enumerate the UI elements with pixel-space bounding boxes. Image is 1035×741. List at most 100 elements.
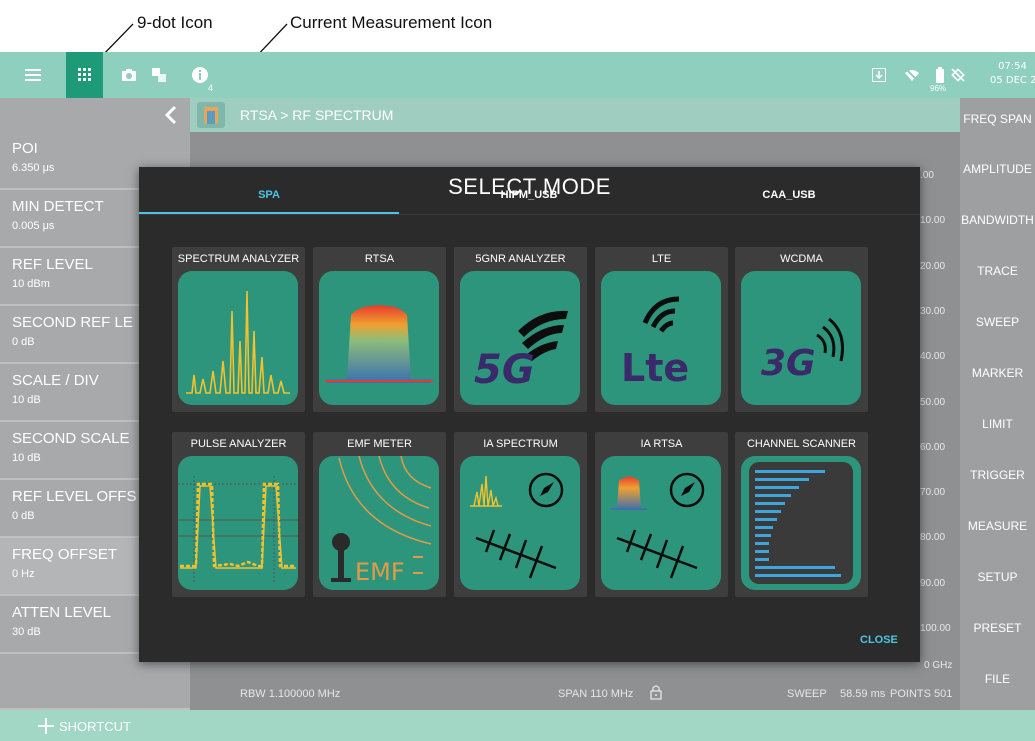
ia-spectrum-icon	[460, 456, 580, 590]
nine-dot-icon[interactable]	[66, 52, 103, 98]
right-menu-trace[interactable]: TRACE	[960, 264, 1035, 278]
mode-wcdma[interactable]: WCDMA 3G	[735, 247, 868, 412]
download-icon[interactable]	[868, 52, 890, 98]
shortcut-bar	[0, 710, 1035, 741]
left-panel-item-label: FREQ OFFSET	[12, 546, 117, 563]
emf-meter-icon: EMF	[319, 456, 439, 590]
channel-scanner-icon	[741, 456, 861, 590]
3g-text: 3G	[761, 343, 816, 384]
back-chevron-icon[interactable]	[160, 103, 184, 127]
rtsa-icon	[319, 271, 439, 405]
right-menu-amplitude[interactable]: AMPLITUDE	[960, 162, 1035, 176]
5g-icon: 5G	[460, 271, 580, 405]
active-tab-indicator	[139, 212, 399, 214]
tab-divider	[139, 214, 920, 215]
left-panel-item-label: SECOND SCALE	[12, 430, 130, 447]
clock-date: 05 DEC 201	[990, 75, 1035, 86]
mode-channel-scanner[interactable]: CHANNEL SCANNER	[735, 432, 868, 597]
y-axis-tick-label: 50.00	[920, 396, 946, 408]
left-panel-item-value: 10 dBm	[12, 278, 50, 290]
left-panel-item-label: REF LEVEL OFFS	[12, 488, 137, 505]
mode-label: IA RTSA	[640, 438, 683, 450]
wifi-off-icon	[900, 52, 924, 98]
3g-icon: 3G	[741, 271, 861, 405]
mode-5gnr-analyzer[interactable]: 5GNR ANALYZER 5G	[454, 247, 587, 412]
mode-spectrum-analyzer[interactable]: SPECTRUM ANALYZER	[172, 247, 305, 412]
mode-label: LTE	[651, 253, 672, 265]
mode-label: RTSA	[364, 253, 395, 265]
right-menu-setup[interactable]: SETUP	[960, 570, 1035, 584]
save-setup-icon[interactable]	[148, 52, 170, 98]
status-bar: RBW 1.100000 MHz SPAN 110 MHz SWEEP 58.5…	[190, 680, 960, 710]
left-panel-item-label: REF LEVEL	[12, 256, 93, 273]
mode-rtsa[interactable]: RTSA	[313, 247, 446, 412]
tab-caa-usb[interactable]: CAA_USB	[659, 189, 919, 201]
right-menu-marker[interactable]: MARKER	[960, 366, 1035, 380]
lock-icon	[650, 684, 662, 703]
mode-lte[interactable]: LTE Lte	[595, 247, 728, 412]
left-panel-item-value: 0 dB	[12, 510, 35, 522]
lte-text: Lte	[621, 346, 689, 390]
x-end-label: 0 GHz	[924, 660, 953, 671]
breadcrumb[interactable]: RTSA > RF SPECTRUM	[240, 107, 393, 123]
mode-label: SPECTRUM ANALYZER	[177, 253, 300, 265]
clock: 07:54 05 DEC 201	[990, 60, 1035, 88]
hamburger-menu-icon[interactable]	[20, 52, 46, 98]
right-menu-limit[interactable]: LIMIT	[960, 417, 1035, 431]
left-panel-item-label: MIN DETECT	[12, 198, 104, 215]
battery-percent: 96%	[930, 84, 947, 93]
right-menu-preset[interactable]: PRESET	[960, 621, 1035, 635]
tab-hipm-usb[interactable]: HIPM_USB	[399, 189, 659, 201]
clock-time: 07:54	[998, 61, 1027, 72]
left-panel-item-value: 0 dB	[12, 336, 35, 348]
left-panel-item-value: 10 dB	[12, 452, 41, 464]
mode-ia-spectrum[interactable]: IA SPECTRUM	[454, 432, 587, 597]
rbw-status[interactable]: RBW 1.100000 MHz	[240, 688, 340, 700]
mode-pulse-analyzer[interactable]: PULSE ANALYZER	[172, 432, 305, 597]
y-axis-tick-label: 40.00	[920, 351, 946, 363]
mode-ia-rtsa[interactable]: IA RTSA	[595, 432, 728, 597]
emf-text: EMF	[355, 558, 405, 586]
y-axis-tick-label: 60.00	[920, 441, 946, 453]
points-status: POINTS 501	[890, 688, 953, 700]
info-badge: 4	[208, 83, 214, 93]
pulse-analyzer-icon	[178, 456, 298, 590]
camera-icon[interactable]	[118, 52, 140, 98]
y-axis-tick-label: 80.00	[920, 532, 946, 544]
tab-spa[interactable]: SPA	[139, 189, 399, 201]
y-axis-tick-label: 100.00	[920, 623, 951, 634]
left-panel-item-value: 6.350 μs	[12, 162, 55, 174]
sweep-time: 58.59 ms	[840, 688, 886, 700]
right-menu-trigger[interactable]: TRIGGER	[960, 468, 1035, 482]
y-axis-tick-label: 70.00	[920, 487, 946, 499]
left-panel-item-value: 10 dB	[12, 394, 41, 406]
y-axis-tick-label: 90.00	[920, 577, 946, 589]
gps-off-icon	[946, 52, 970, 98]
span-status[interactable]: SPAN 110 MHz	[558, 688, 633, 700]
left-panel-item	[0, 654, 190, 710]
left-panel-item-label: ATTEN LEVEL	[12, 604, 111, 621]
right-menu-sweep[interactable]: SWEEP	[960, 315, 1035, 329]
sweep-status[interactable]: SWEEP	[787, 688, 827, 700]
screen: { "annotations": { "nine_dot": "9-dot Ic…	[0, 0, 1035, 741]
right-panel	[960, 98, 1035, 710]
shortcut-button[interactable]: SHORTCUT	[38, 718, 131, 734]
right-menu-file[interactable]: FILE	[960, 672, 1035, 686]
spectrum-analyzer-icon	[178, 271, 298, 405]
right-menu-bandwidth[interactable]: BANDWIDTH	[960, 213, 1035, 227]
current-measurement-icon[interactable]	[197, 102, 225, 128]
y-axis-tick-label: .00	[920, 170, 934, 181]
y-axis-tick-label: 20.00	[920, 260, 946, 272]
left-panel-item-label: POI	[12, 140, 38, 157]
mode-label: 5GNR ANALYZER	[475, 253, 566, 265]
mode-label: CHANNEL SCANNER	[746, 438, 856, 450]
mode-label: WCDMA	[780, 253, 823, 265]
5g-text: 5G	[474, 347, 535, 393]
right-menu-measure[interactable]: MEASURE	[960, 519, 1035, 533]
left-panel-item-value: 30 dB	[12, 626, 41, 638]
ia-rtsa-icon	[601, 456, 721, 590]
plus-icon	[38, 718, 54, 734]
right-menu-freq-span[interactable]: FREQ SPAN	[960, 112, 1035, 126]
close-button[interactable]: CLOSE	[860, 634, 898, 646]
mode-emf-meter[interactable]: EMF METER EMF	[313, 432, 446, 597]
